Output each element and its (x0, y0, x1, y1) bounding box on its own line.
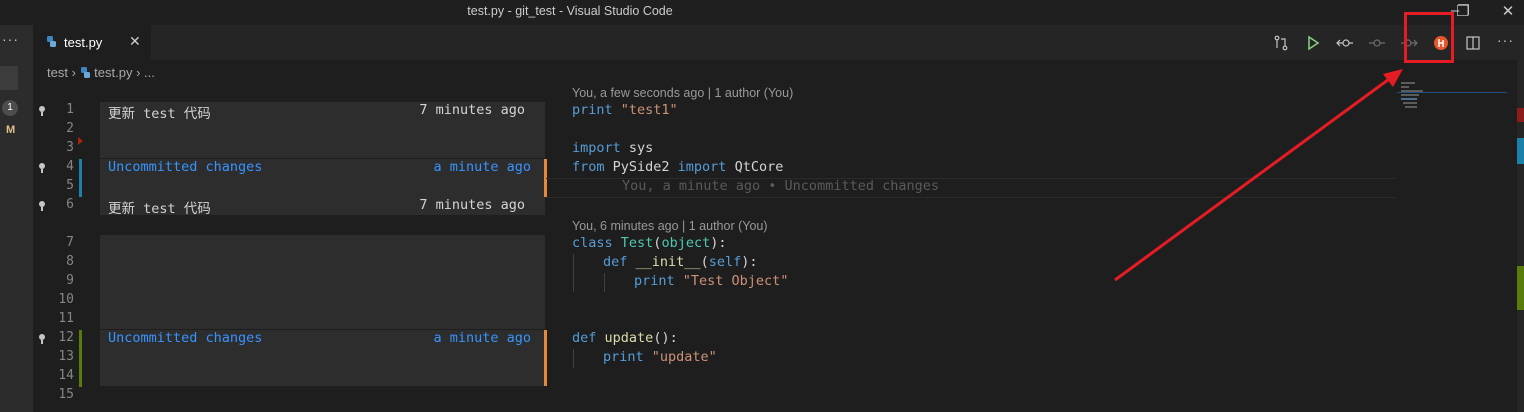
run-icon[interactable] (1304, 34, 1322, 52)
python-file-icon (80, 67, 90, 79)
added-change-bar[interactable] (79, 330, 82, 387)
code-line-12[interactable]: def update(): (572, 330, 678, 346)
activity-bar: ··· 1 M (0, 25, 33, 412)
line-number: 11 (58, 311, 74, 326)
compare-changes-icon[interactable] (1272, 34, 1290, 52)
annotation-arrow-icon (1114, 69, 1403, 282)
code-line-3[interactable]: import sys (572, 140, 653, 156)
lightbulb-icon[interactable] (37, 105, 47, 117)
line-number: 8 (66, 254, 74, 269)
blame-message[interactable]: Uncommitted changes (108, 330, 262, 346)
blame-message[interactable]: 更新 test 代码 (108, 102, 211, 122)
line-number: 14 (58, 368, 74, 383)
previous-commit-icon[interactable] (1368, 34, 1386, 52)
more-actions-icon[interactable]: ··· (1497, 32, 1514, 48)
vertical-scrollbar[interactable] (1517, 60, 1524, 412)
breadcrumb-folder[interactable]: test (47, 65, 68, 80)
breadcrumb-file[interactable]: test.py (94, 65, 132, 80)
line-number: 9 (66, 273, 74, 288)
lightbulb-icon[interactable] (37, 200, 47, 212)
window-title: test.py - git_test - Visual Studio Code (467, 4, 673, 18)
breakpoint-arrow-icon (78, 137, 83, 145)
notification-badge[interactable]: 1 (2, 100, 18, 116)
scm-modified-badge: M (6, 124, 16, 136)
code-line-4[interactable]: from PySide2 import QtCore (572, 159, 783, 175)
breadcrumb: test › test.py › ... (47, 64, 155, 80)
line-number: 2 (66, 121, 74, 136)
code-line-9[interactable]: print "Test Object" (634, 273, 788, 289)
tab-label: test.py (64, 35, 103, 50)
line-number: 3 (66, 140, 74, 155)
blame-message[interactable]: 更新 test 代码 (108, 197, 211, 217)
lightbulb-icon[interactable] (37, 162, 47, 174)
indent-guide (573, 254, 574, 292)
code-line-7[interactable]: class Test(object): (572, 235, 726, 251)
python-file-icon (47, 36, 56, 47)
breadcrumb-separator-icon: › (136, 65, 145, 81)
close-window-button[interactable]: ✕ (1493, 2, 1523, 20)
breadcrumb-separator-icon: › (71, 65, 80, 81)
blame-time: 7 minutes ago (419, 102, 525, 118)
inline-blame-annotation: You, a minute ago • Uncommitted changes (622, 178, 939, 194)
lightbulb-icon[interactable] (37, 333, 47, 345)
tab-bar: test.py ✕ ··· (33, 25, 1524, 60)
more-icon[interactable]: ··· (2, 31, 19, 47)
minimap[interactable] (1397, 60, 1507, 412)
blame-block (100, 235, 545, 329)
line-number: 5 (66, 178, 74, 193)
tab-test-py[interactable]: test.py ✕ (33, 25, 151, 60)
breadcrumb-ellipsis[interactable]: ... (144, 65, 155, 80)
blame-time: a minute ago (433, 330, 531, 346)
line-number: 15 (58, 387, 74, 402)
blame-time: 7 minutes ago (419, 197, 525, 213)
open-changes-icon[interactable] (1336, 34, 1354, 52)
blame-time: a minute ago (433, 159, 531, 175)
blame-message[interactable]: Uncommitted changes (108, 159, 262, 175)
codelens-authors[interactable]: You, 6 minutes ago | 1 author (You) (572, 219, 768, 233)
split-editor-icon[interactable] (1464, 34, 1482, 52)
line-number: 10 (58, 292, 74, 307)
code-line-8[interactable]: def __init__(self): (603, 254, 757, 270)
indent-guide (573, 349, 574, 368)
indent-guide (604, 273, 605, 292)
line-number: 13 (58, 349, 74, 364)
line-number: 7 (66, 235, 74, 250)
blame-change-marker (544, 330, 547, 386)
active-view-indicator[interactable] (0, 66, 18, 90)
close-tab-icon[interactable]: ✕ (129, 33, 141, 50)
codelens-authors[interactable]: You, a few seconds ago | 1 author (You) (572, 86, 793, 100)
code-line-1[interactable]: print "test1" (572, 102, 678, 118)
code-line-13[interactable]: print "update" (603, 349, 717, 365)
modified-change-bar[interactable] (79, 159, 82, 197)
title-bar: test.py - git_test - Visual Studio Code … (0, 0, 1524, 25)
highlight-box (1404, 12, 1454, 63)
